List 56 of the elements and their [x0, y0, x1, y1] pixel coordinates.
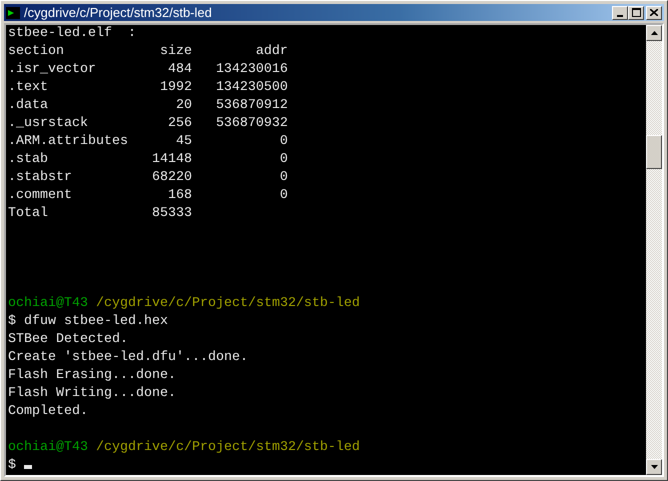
prompt-path: /cygdrive/c/Project/stm32/stb-led	[96, 440, 360, 455]
table-cell: 168	[168, 188, 192, 203]
table-cell: .stabstr	[8, 170, 72, 185]
table-cell: 536870932	[216, 116, 288, 131]
table-cell: 0	[280, 152, 288, 167]
table-cell: .comment	[8, 188, 72, 203]
terminal-icon	[6, 6, 20, 18]
column-header: size	[160, 44, 192, 59]
table-cell: 536870912	[216, 98, 288, 113]
scroll-down-button[interactable]	[646, 459, 662, 475]
table-cell: .data	[8, 98, 48, 113]
output-line: Flash Writing...done.	[8, 386, 176, 401]
prompt-user: ochiai@T43	[8, 296, 88, 311]
prompt-symbol: $	[8, 458, 16, 473]
table-cell: Total	[8, 206, 48, 221]
window-title: /cygdrive/c/Project/stm32/stb-led	[24, 5, 213, 20]
table-cell: 85333	[152, 206, 192, 221]
close-icon	[650, 9, 658, 16]
maximize-icon	[632, 8, 640, 17]
output-line: STBee Detected.	[8, 332, 128, 347]
table-cell: 134230500	[216, 80, 288, 95]
table-cell: 0	[280, 134, 288, 149]
table-cell: 0	[280, 170, 288, 185]
table-cell: 20	[176, 98, 192, 113]
scrollbar[interactable]	[646, 25, 662, 475]
output-line: stbee-led.elf :	[8, 26, 136, 41]
table-cell: .text	[8, 80, 48, 95]
output-line: Completed.	[8, 404, 88, 419]
table-cell: 484	[168, 62, 192, 77]
table-cell: 1992	[160, 80, 192, 95]
table-cell: 45	[176, 134, 192, 149]
close-button[interactable]	[646, 6, 662, 20]
table-cell: .isr_vector	[8, 62, 96, 77]
table-cell: ._usrstack	[8, 116, 88, 131]
table-cell: 134230016	[216, 62, 288, 77]
minimize-button[interactable]	[612, 6, 628, 20]
minimize-icon	[617, 14, 623, 16]
table-cell: .stab	[8, 152, 48, 167]
text-cursor	[24, 465, 32, 469]
scroll-up-button[interactable]	[646, 25, 662, 41]
table-cell: 68220	[152, 170, 192, 185]
scrollbar-thumb[interactable]	[646, 135, 662, 169]
prompt-path: /cygdrive/c/Project/stm32/stb-led	[96, 296, 360, 311]
down-arrow-icon	[650, 465, 658, 469]
output-line: Flash Erasing...done.	[8, 368, 176, 383]
up-arrow-icon	[650, 31, 658, 35]
table-cell: 256	[168, 116, 192, 131]
column-header: section	[8, 44, 64, 59]
maximize-button[interactable]	[628, 6, 644, 20]
prompt-user: ochiai@T43	[8, 440, 88, 455]
output-line: Create 'stbee-led.dfu'...done.	[8, 350, 248, 365]
output-line: $ dfuw stbee-led.hex	[8, 314, 168, 329]
table-cell: 0	[280, 188, 288, 203]
table-cell: 14148	[152, 152, 192, 167]
table-cell: .ARM.attributes	[8, 134, 128, 149]
column-header: addr	[256, 44, 288, 59]
